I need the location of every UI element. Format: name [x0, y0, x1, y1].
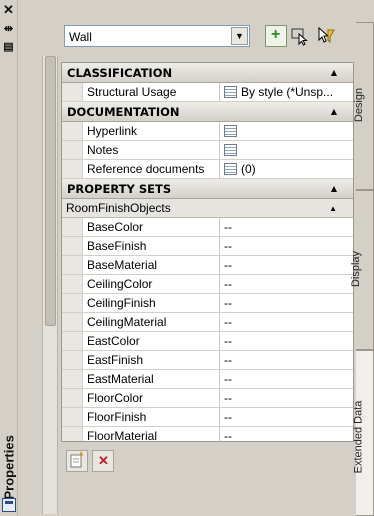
- category-classification[interactable]: CLASSIFICATION ▲: [62, 63, 353, 83]
- property-value[interactable]: --: [220, 237, 353, 255]
- quick-select-icon: [318, 26, 335, 44]
- property-name: EastColor: [83, 332, 220, 350]
- property-row[interactable]: EastFinish --: [62, 351, 353, 370]
- auto-hide-icon[interactable]: ⇹: [2, 23, 15, 36]
- property-value[interactable]: --: [220, 218, 353, 236]
- category-label: DOCUMENTATION: [67, 105, 180, 119]
- collapse-icon[interactable]: ▲: [331, 63, 337, 83]
- property-value[interactable]: [220, 122, 353, 140]
- property-value[interactable]: By style (*Unsp...: [220, 83, 353, 101]
- category-label: PROPERTY SETS: [67, 182, 172, 196]
- property-name: Hyperlink: [83, 122, 220, 140]
- property-name: FloorColor: [83, 389, 220, 407]
- palette-title-bar: ✕ ⇹ ▤ Properties: [0, 0, 18, 516]
- property-name: Notes: [83, 141, 220, 159]
- palette-icon[interactable]: [2, 498, 16, 512]
- toggle-pickadd-button[interactable]: [265, 25, 287, 47]
- add-property-sets-button[interactable]: [66, 450, 88, 472]
- collapse-icon[interactable]: ▲: [331, 102, 337, 122]
- properties-toolbar: Wall ▼: [58, 22, 354, 52]
- property-value[interactable]: --: [220, 256, 353, 274]
- property-name: FloorFinish: [83, 408, 220, 426]
- property-value[interactable]: --: [220, 313, 353, 331]
- tab-design[interactable]: Design: [353, 22, 374, 190]
- property-set-buttons: [58, 444, 354, 516]
- select-objects-icon: [291, 28, 308, 46]
- property-row[interactable]: FloorFinish --: [62, 408, 353, 427]
- property-row[interactable]: CeilingMaterial --: [62, 313, 353, 332]
- worksheet-icon: [224, 86, 237, 98]
- property-set-group[interactable]: RoomFinishObjects ▲: [62, 199, 353, 218]
- property-name: BaseFinish: [83, 237, 220, 255]
- collapse-icon[interactable]: ▲: [331, 179, 337, 199]
- quick-select-button[interactable]: [315, 25, 337, 47]
- worksheet-icon[interactable]: [224, 163, 237, 175]
- palette-scrollbar[interactable]: [42, 56, 58, 514]
- property-row[interactable]: BaseMaterial --: [62, 256, 353, 275]
- property-value[interactable]: --: [220, 408, 353, 426]
- scrollbar-thumb[interactable]: [45, 56, 56, 326]
- property-set-name: RoomFinishObjects: [66, 201, 171, 215]
- palette-title: Properties: [1, 435, 17, 500]
- property-name: CeilingColor: [83, 275, 220, 293]
- property-row[interactable]: Hyperlink: [62, 122, 353, 141]
- category-documentation[interactable]: DOCUMENTATION ▲: [62, 102, 353, 122]
- tab-display[interactable]: Display: [350, 190, 374, 350]
- property-row[interactable]: EastMaterial --: [62, 370, 353, 389]
- property-row[interactable]: Notes: [62, 141, 353, 160]
- property-name: CeilingMaterial: [83, 313, 220, 331]
- property-row[interactable]: CeilingColor --: [62, 275, 353, 294]
- worksheet-icon[interactable]: [224, 144, 237, 156]
- close-icon[interactable]: ✕: [2, 3, 15, 16]
- property-row[interactable]: BaseFinish --: [62, 237, 353, 256]
- property-value[interactable]: --: [220, 427, 353, 441]
- palette-menu-icon[interactable]: ▤: [2, 41, 15, 54]
- property-name: BaseColor: [83, 218, 220, 236]
- property-row[interactable]: FloorMaterial --: [62, 427, 353, 441]
- property-grid: CLASSIFICATION ▲ Structural Usage By sty…: [61, 62, 354, 442]
- property-row[interactable]: Reference documents (0): [62, 160, 353, 179]
- property-row[interactable]: CeilingFinish --: [62, 294, 353, 313]
- category-property-sets[interactable]: PROPERTY SETS ▲: [62, 179, 353, 199]
- property-value[interactable]: --: [220, 294, 353, 312]
- property-value[interactable]: --: [220, 351, 353, 369]
- category-label: CLASSIFICATION: [67, 66, 173, 80]
- property-name: EastFinish: [83, 351, 220, 369]
- property-name: EastMaterial: [83, 370, 220, 388]
- property-value[interactable]: --: [220, 275, 353, 293]
- property-row[interactable]: Structural Usage By style (*Unsp...: [62, 83, 353, 102]
- chevron-down-icon[interactable]: ▼: [231, 27, 248, 45]
- property-value[interactable]: --: [220, 370, 353, 388]
- object-type-select[interactable]: Wall ▼: [64, 25, 250, 47]
- collapse-icon[interactable]: ▲: [329, 199, 337, 218]
- property-name: CeilingFinish: [83, 294, 220, 312]
- property-name: Structural Usage: [83, 83, 220, 101]
- property-value[interactable]: [220, 141, 353, 159]
- add-property-set-icon: [70, 451, 84, 468]
- property-value[interactable]: --: [220, 389, 353, 407]
- property-name: BaseMaterial: [83, 256, 220, 274]
- property-row[interactable]: EastColor --: [62, 332, 353, 351]
- property-row[interactable]: FloorColor --: [62, 389, 353, 408]
- property-name: Reference documents: [83, 160, 220, 178]
- remove-property-sets-button[interactable]: [92, 450, 114, 472]
- object-type-value: Wall: [69, 30, 92, 44]
- palette-tabs: Design Display Extended Data: [350, 22, 374, 516]
- property-name: FloorMaterial: [83, 427, 220, 441]
- worksheet-icon[interactable]: [224, 125, 237, 137]
- property-value[interactable]: (0): [220, 160, 353, 178]
- property-row[interactable]: BaseColor --: [62, 218, 353, 237]
- property-value[interactable]: --: [220, 332, 353, 350]
- tab-extended-data[interactable]: Extended Data: [352, 350, 374, 516]
- select-objects-button[interactable]: [289, 25, 311, 47]
